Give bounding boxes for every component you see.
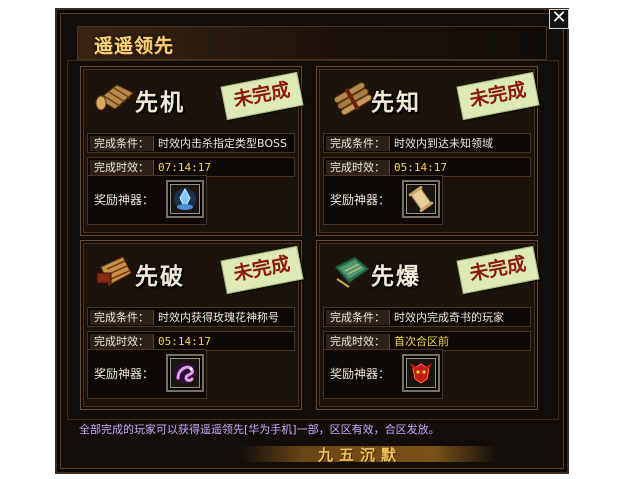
title-bar: 遥遥领先 (77, 26, 547, 60)
window-title: 遥遥领先 (94, 35, 175, 57)
time-row: 完成时效： 05:14:17 (87, 331, 295, 351)
time-label: 完成时效： (326, 160, 390, 175)
card-title: 先爆 (371, 264, 421, 290)
time-label: 完成时效： (326, 334, 390, 349)
reward-slot[interactable] (166, 354, 204, 392)
status-badge: 未完成 (456, 245, 540, 295)
time-row: 完成时效： 07:14:17 (87, 157, 295, 177)
condition-label: 完成条件： (90, 136, 154, 151)
reward-slot[interactable] (402, 180, 440, 218)
brand-label: 九五沉默 (318, 446, 403, 464)
status-badge: 未完成 (456, 71, 540, 121)
condition-label: 完成条件： (326, 136, 390, 151)
parchment-scroll-icon (408, 186, 434, 212)
reward-box: 奖励神器： (87, 175, 207, 225)
time-value: 05:14:17 (394, 161, 447, 174)
reward-label: 奖励神器： (94, 193, 155, 207)
open-scroll-icon (96, 256, 132, 286)
reward-box: 奖励神器： (323, 349, 443, 399)
event-window: 遥遥领先 先机 未完成 完成条件： 时效内击杀指定类型BOSS 完成时效： 07… (55, 8, 569, 474)
condition-value: 时效内完成奇书的玩家 (394, 311, 504, 324)
status-badge: 未完成 (220, 71, 304, 121)
card-header: 先机 未完成 (93, 71, 304, 121)
condition-row: 完成条件： 时效内到达未知领域 (323, 133, 531, 153)
card-xianbao: 先爆 未完成 完成条件： 时效内完成奇书的玩家 完成时效： 首次合区前 奖励神器… (316, 240, 540, 410)
condition-value: 时效内获得玫瑰花神称号 (158, 311, 279, 324)
blue-crystal-icon (174, 187, 196, 210)
time-value: 05:14:17 (158, 335, 211, 348)
card-header: 先爆 未完成 (329, 245, 540, 295)
time-row: 完成时效： 05:14:17 (323, 157, 531, 177)
footer-note: 全部完成的玩家可以获得遥遥领先[华为手机]一部，区区有效，合区发放。 (79, 423, 440, 436)
card-title: 先破 (135, 264, 185, 290)
condition-row: 完成条件： 时效内击杀指定类型BOSS (87, 133, 295, 153)
card-title: 先机 (135, 90, 185, 116)
time-value: 07:14:17 (158, 161, 211, 174)
bamboo-bundle-icon (333, 82, 373, 115)
time-label: 完成时效： (90, 160, 154, 175)
card-header: 先破 未完成 (93, 245, 304, 295)
condition-row: 完成条件： 时效内获得玫瑰花神称号 (87, 307, 295, 327)
reward-label: 奖励神器： (94, 367, 155, 381)
card-title: 先知 (371, 90, 421, 116)
time-row: 完成时效： 首次合区前 (323, 331, 531, 351)
bamboo-scroll-icon (95, 84, 134, 111)
red-demon-mask-icon (410, 362, 432, 384)
condition-label: 完成条件： (90, 310, 154, 325)
reward-box: 奖励神器： (323, 175, 443, 225)
purple-dragon-icon (174, 362, 196, 384)
card-xianji: 先机 未完成 完成条件： 时效内击杀指定类型BOSS 完成时效： 07:14:1… (80, 66, 304, 236)
close-icon: ✕ (551, 7, 567, 28)
condition-value: 时效内击杀指定类型BOSS (158, 137, 287, 150)
card-header: 先知 未完成 (329, 71, 540, 121)
reward-label: 奖励神器： (330, 193, 391, 207)
time-value: 首次合区前 (394, 335, 449, 348)
jade-book-icon (334, 256, 370, 288)
reward-box: 奖励神器： (87, 349, 207, 399)
card-xianpo: 先破 未完成 完成条件： 时效内获得玫瑰花神称号 完成时效： 05:14:17 … (80, 240, 304, 410)
close-button[interactable]: ✕ (549, 9, 569, 29)
status-badge: 未完成 (220, 245, 304, 295)
condition-row: 完成条件： 时效内完成奇书的玩家 (323, 307, 531, 327)
reward-label: 奖励神器： (330, 367, 391, 381)
card-xianzhi: 先知 未完成 完成条件： 时效内到达未知领域 完成时效： 05:14:17 奖励… (316, 66, 540, 236)
time-label: 完成时效： (90, 334, 154, 349)
reward-slot[interactable] (402, 354, 440, 392)
condition-label: 完成条件： (326, 310, 390, 325)
reward-slot[interactable] (166, 180, 204, 218)
condition-value: 时效内到达未知领域 (394, 137, 493, 150)
